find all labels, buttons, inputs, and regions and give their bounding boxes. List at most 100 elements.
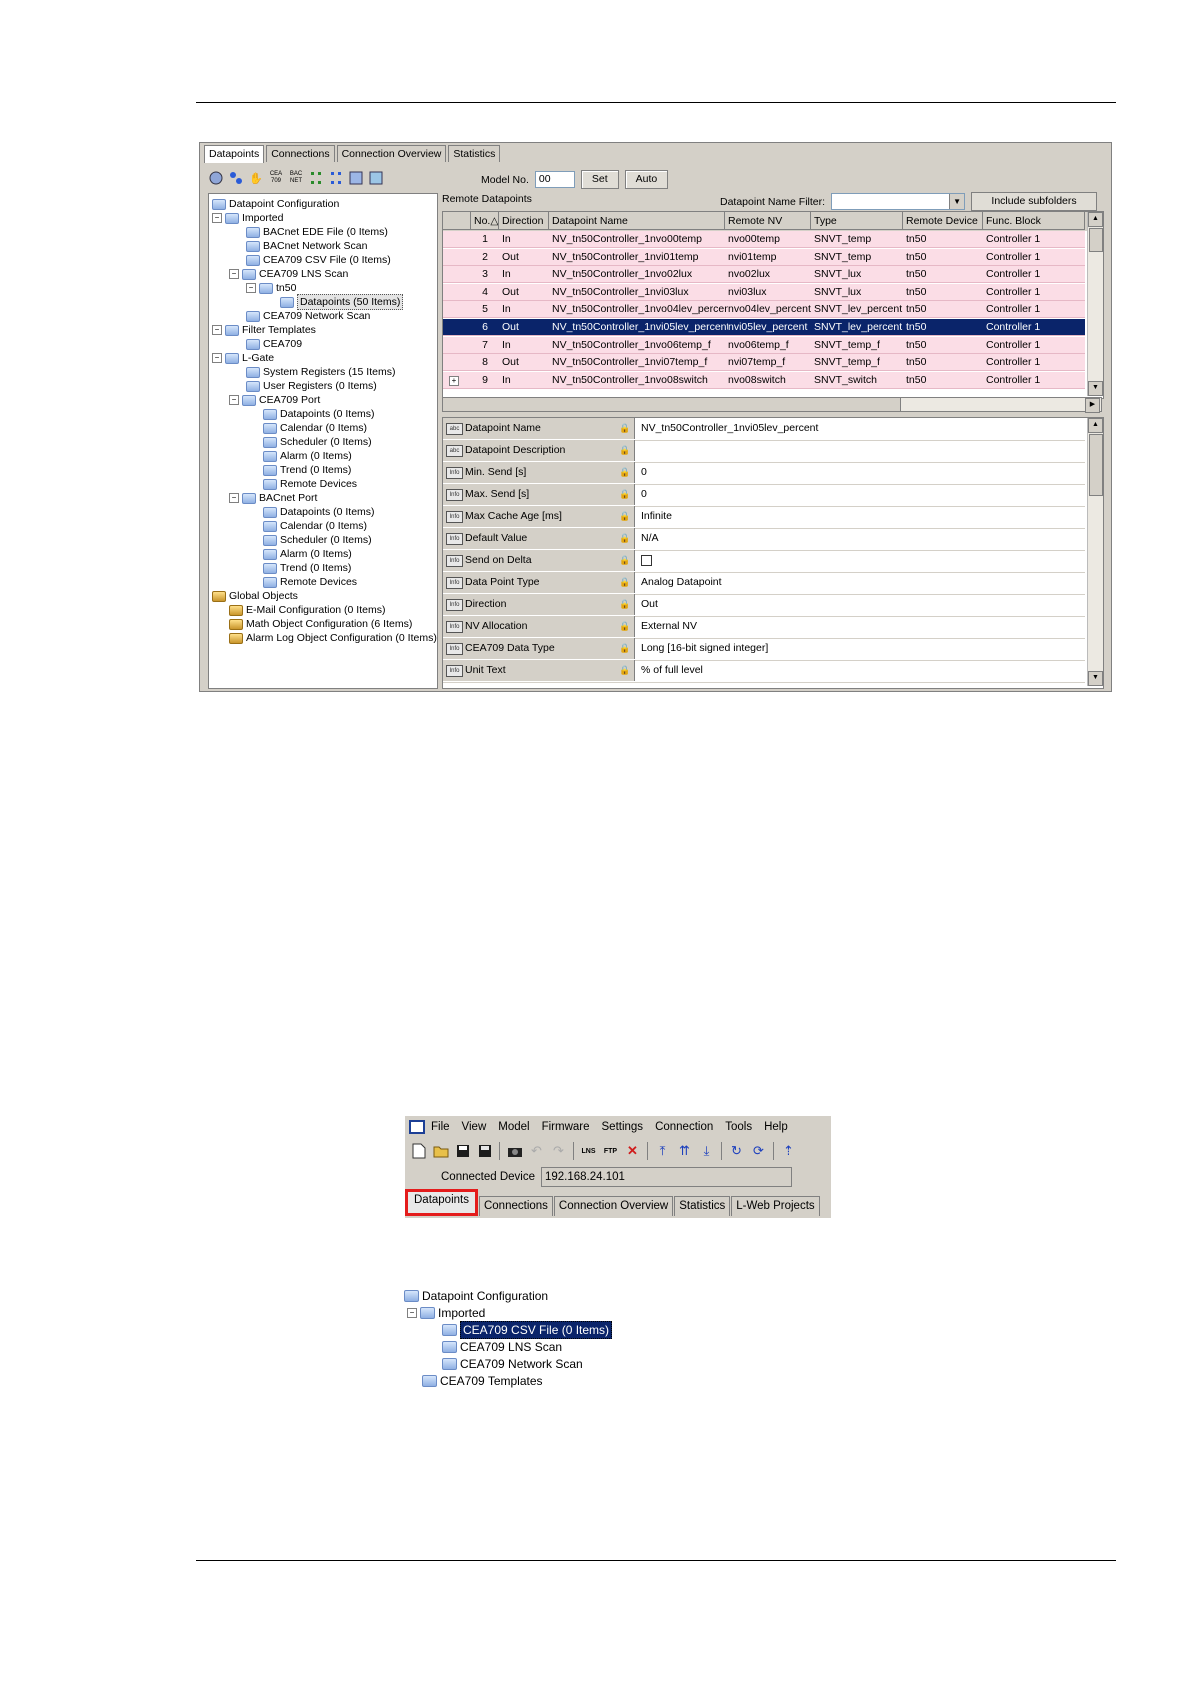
expand-icon[interactable]: + [449, 375, 459, 386]
scroll-down-icon[interactable]: ▼ [1088, 671, 1103, 686]
tree-node[interactable]: Remote Devices [263, 477, 357, 491]
table-row[interactable]: 1 In NV_tn50Controller_1nvo00temp nvo00temp… [443, 231, 1085, 248]
property-row[interactable]: Info CEA709 Data Type 🔒 Long [16-bit signed… [443, 638, 1085, 661]
menu-model[interactable]: Model [492, 1116, 535, 1138]
checkbox-icon[interactable] [641, 554, 652, 566]
auto-button[interactable]: Auto [624, 170, 669, 189]
property-row[interactable]: Info Data Point Type 🔒 Analog Datapoint [443, 572, 1085, 595]
upload-all-icon[interactable]: ⇈ [675, 1142, 694, 1161]
property-row[interactable]: Info Max Cache Age [ms] 🔒 Infinite [443, 506, 1085, 529]
tree-node[interactable]: Datapoints (0 Items) [263, 505, 375, 519]
property-value[interactable]: Long [16-bit signed integer] [641, 638, 768, 659]
property-value[interactable]: External NV [641, 616, 697, 637]
tree-node[interactable]: BACnet Network Scan [246, 239, 367, 253]
column-header-type[interactable]: Type [811, 212, 903, 230]
property-row[interactable]: Info NV Allocation 🔒 External NV [443, 616, 1085, 639]
scroll-right-icon[interactable]: ▶ [1085, 398, 1100, 413]
tree-node[interactable]: CEA709 Network Scan [442, 1356, 583, 1372]
open-folder-icon[interactable] [431, 1142, 450, 1161]
menu-help[interactable]: Help [758, 1116, 794, 1138]
tree-node[interactable]: User Registers (0 Items) [246, 379, 377, 393]
tree-node[interactable]: − Filter Templates [212, 323, 316, 337]
tree-node[interactable]: System Registers (15 Items) [246, 365, 395, 379]
filter-combo[interactable]: ▼ [831, 193, 966, 210]
lns-icon[interactable]: LNS [579, 1142, 598, 1161]
tree-node[interactable]: Datapoints (0 Items) [263, 407, 375, 421]
tree-node[interactable]: − Imported [407, 1305, 485, 1321]
tree-node[interactable]: CEA709 LNS Scan [442, 1339, 562, 1355]
column-header-remote-device[interactable]: Remote Device [903, 212, 983, 230]
tree-node[interactable]: Calendar (0 Items) [263, 421, 367, 435]
table-row[interactable]: 7 In NV_tn50Controller_1nvo06temp_f nvo06te… [443, 336, 1085, 354]
properties-vertical-scrollbar[interactable]: ▲ ▼ [1087, 418, 1103, 686]
property-value[interactable]: Out [641, 594, 658, 615]
tab-statistics[interactable]: Statistics [674, 1196, 731, 1216]
table-row[interactable]: 3 In NV_tn50Controller_1nvo02lux nvo02lux SN… [443, 266, 1085, 284]
undo-icon[interactable]: ↶ [527, 1142, 546, 1161]
tree-node[interactable]: − CEA709 Port [229, 393, 320, 407]
sync-icon[interactable]: ⟳ [749, 1142, 768, 1161]
download-icon[interactable]: ⤓ [697, 1142, 716, 1161]
tab-datapoints[interactable]: Datapoints [405, 1189, 478, 1216]
collapse-icon[interactable]: − [246, 283, 256, 293]
camera-icon[interactable] [505, 1142, 524, 1161]
tree-node-selected[interactable]: CEA709 CSV File (0 Items) [442, 1321, 613, 1339]
menu-tools[interactable]: Tools [719, 1116, 758, 1138]
collapse-icon[interactable]: − [212, 213, 222, 223]
tab-datapoints[interactable]: Datapoints [204, 145, 265, 163]
tree-node[interactable]: Scheduler (0 Items) [263, 435, 372, 449]
grid-vertical-scrollbar[interactable]: ▲ ▼ [1087, 212, 1103, 396]
tree-green-icon[interactable] [308, 170, 324, 186]
menu-settings[interactable]: Settings [596, 1116, 650, 1138]
tree-node[interactable]: Alarm (0 Items) [263, 547, 352, 561]
tree-node[interactable]: Alarm Log Object Configuration (0 Items) [229, 631, 437, 645]
tab-connection-overview[interactable]: Connection Overview [553, 1196, 674, 1216]
property-row[interactable]: Info Max. Send [s] 🔒 0 [443, 484, 1085, 507]
grid-horizontal-scrollbar[interactable]: ▶ [442, 397, 1102, 413]
cea709-icon[interactable]: CEA 709 [268, 170, 284, 186]
column-header-datapoint-name[interactable]: Datapoint Name [549, 212, 725, 230]
property-value[interactable]: % of full level [641, 660, 703, 681]
property-value[interactable]: Infinite [641, 506, 672, 527]
tree-node[interactable]: Calendar (0 Items) [263, 519, 367, 533]
property-row[interactable]: Info Default Value 🔒 N/A [443, 528, 1085, 551]
menu-file[interactable]: File [425, 1116, 456, 1138]
tree-node[interactable]: Datapoint Configuration [212, 197, 339, 211]
property-value[interactable]: 0 [641, 484, 647, 505]
table-row[interactable]: +9 In NV_tn50Controller_1nvo08switch nvo08s… [443, 371, 1085, 389]
scroll-thumb[interactable] [443, 398, 901, 411]
import-icon[interactable] [348, 170, 364, 186]
tree-blue-icon[interactable] [328, 170, 344, 186]
tab-statistics[interactable]: Statistics [448, 145, 501, 162]
tree-node[interactable]: Alarm (0 Items) [263, 449, 352, 463]
hand-icon[interactable]: ✋ [248, 170, 264, 186]
menu-view[interactable]: View [456, 1116, 493, 1138]
tree-node[interactable]: − BACnet Port [229, 491, 317, 505]
tree-node[interactable]: CEA709 [246, 337, 302, 351]
refresh-icon[interactable]: ↻ [727, 1142, 746, 1161]
disconnect-icon[interactable]: ✕ [623, 1142, 642, 1161]
export-icon[interactable] [368, 170, 384, 186]
tree-node[interactable]: Trend (0 Items) [263, 463, 351, 477]
scroll-up-icon[interactable]: ▲ [1088, 212, 1103, 227]
property-value[interactable]: NV_tn50Controller_1nvi05lev_percent [641, 418, 818, 439]
tab-l-web-projects[interactable]: L-Web Projects [731, 1196, 820, 1216]
table-row-selected[interactable]: 6 Out NV_tn50Controller_1nvi05lev_percent n… [443, 319, 1085, 336]
collapse-icon[interactable]: − [229, 269, 239, 279]
tree-node[interactable]: − CEA709 LNS Scan [229, 267, 348, 281]
tree-node[interactable]: − L-Gate [212, 351, 274, 365]
tree-node[interactable]: Datapoint Configuration [404, 1288, 548, 1304]
network-icon[interactable] [208, 170, 224, 186]
model-no-input[interactable]: 00 [534, 171, 575, 188]
tree-node[interactable]: Math Object Configuration (6 Items) [229, 617, 412, 631]
tree-node[interactable]: CEA709 CSV File (0 Items) [246, 253, 391, 267]
collapse-icon[interactable]: − [407, 1308, 417, 1318]
save-icon[interactable] [453, 1142, 472, 1161]
tab-connections[interactable]: Connections [478, 1196, 553, 1216]
chevron-down-icon[interactable]: ▼ [949, 194, 965, 209]
tree-node-selected[interactable]: Datapoints (50 Items) [280, 294, 404, 310]
upload-icon[interactable]: ⤒ [653, 1142, 672, 1161]
menu-firmware[interactable]: Firmware [536, 1116, 596, 1138]
column-header-remote-nv[interactable]: Remote NV [725, 212, 811, 230]
property-row[interactable]: Info Send on Delta 🔒 [443, 550, 1085, 573]
